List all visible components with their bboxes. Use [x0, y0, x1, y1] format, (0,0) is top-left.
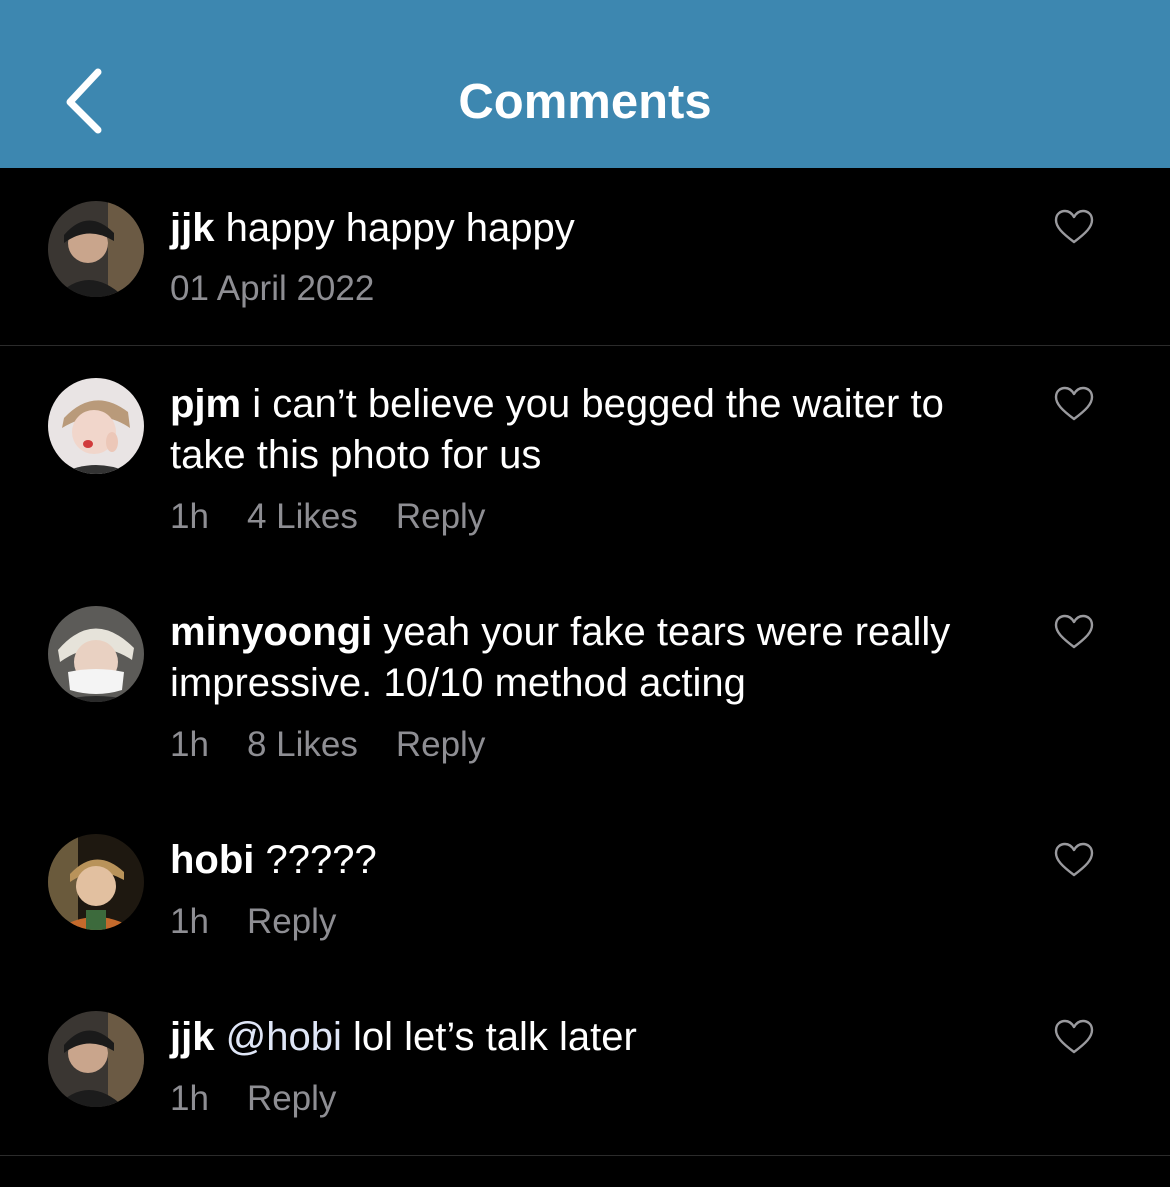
header-bar: Comments — [0, 0, 1170, 168]
avatar[interactable] — [48, 378, 144, 474]
mention-link[interactable]: @hobi — [226, 1015, 342, 1059]
comment-message: happy happy happy — [225, 206, 575, 250]
comment-item-pjm: pjm i can’t believe you begged the waite… — [0, 346, 1170, 574]
comment-item-minyoongi: minyoongi yeah your fake tears were real… — [0, 574, 1170, 802]
comment-message: i can’t believe you begged the waiter to… — [170, 382, 944, 477]
comment-text: jjk happy happy happy — [170, 203, 1020, 254]
comment-text: pjm i can’t believe you begged the waite… — [170, 379, 1020, 481]
comment-username[interactable]: pjm — [170, 382, 241, 426]
reply-button[interactable]: Reply — [247, 902, 336, 941]
avatar[interactable] — [48, 201, 144, 297]
comment-meta: 01 April 2022 — [170, 267, 412, 311]
comment-username[interactable]: hobi — [170, 838, 254, 882]
comment-item-jjk-reply: jjk @hobi lol let’s talk later 1h Reply — [0, 979, 1170, 1155]
like-button[interactable] — [1054, 386, 1094, 422]
heart-outline-icon — [1054, 386, 1094, 421]
like-button[interactable] — [1054, 842, 1094, 878]
avatar[interactable] — [48, 1011, 144, 1107]
comment-message: ????? — [265, 838, 377, 882]
comment-username[interactable]: minyoongi — [170, 610, 372, 654]
heart-outline-icon — [1054, 1019, 1094, 1054]
comment-item-jjk-caption: jjk happy happy happy 01 April 2022 — [0, 168, 1170, 345]
comment-time: 1h — [170, 725, 209, 764]
like-button[interactable] — [1054, 614, 1094, 650]
comment-message: lol let’s talk later — [352, 1015, 637, 1059]
like-button[interactable] — [1054, 209, 1094, 245]
reply-button[interactable]: Reply — [396, 497, 485, 536]
page-title: Comments — [458, 75, 712, 129]
reply-button[interactable]: Reply — [247, 1079, 336, 1118]
comment-item-hobi: hobi ????? 1h Reply — [0, 802, 1170, 979]
comment-time: 1h — [170, 1079, 209, 1118]
likes-count[interactable]: 4 Likes — [247, 497, 358, 536]
avatar[interactable] — [48, 606, 144, 702]
comment-time: 1h — [170, 497, 209, 536]
comment-username[interactable]: jjk — [170, 206, 214, 250]
comment-username[interactable]: jjk — [170, 1015, 214, 1059]
divider — [0, 1155, 1170, 1156]
comment-meta: 1h Reply — [170, 900, 374, 944]
comment-meta: 1h 4 Likes Reply — [170, 495, 523, 539]
heart-outline-icon — [1054, 842, 1094, 877]
heart-outline-icon — [1054, 614, 1094, 649]
comment-date: 01 April 2022 — [170, 269, 375, 308]
comment-text: minyoongi yeah your fake tears were real… — [170, 607, 1020, 709]
comment-time: 1h — [170, 902, 209, 941]
likes-count[interactable]: 8 Likes — [247, 725, 358, 764]
heart-outline-icon — [1054, 209, 1094, 244]
avatar[interactable] — [48, 834, 144, 930]
comment-meta: 1h Reply — [170, 1077, 374, 1121]
comment-text: jjk @hobi lol let’s talk later — [170, 1012, 1020, 1063]
comment-text: hobi ????? — [170, 835, 1020, 886]
comment-meta: 1h 8 Likes Reply — [170, 723, 523, 767]
reply-button[interactable]: Reply — [396, 725, 485, 764]
like-button[interactable] — [1054, 1019, 1094, 1055]
